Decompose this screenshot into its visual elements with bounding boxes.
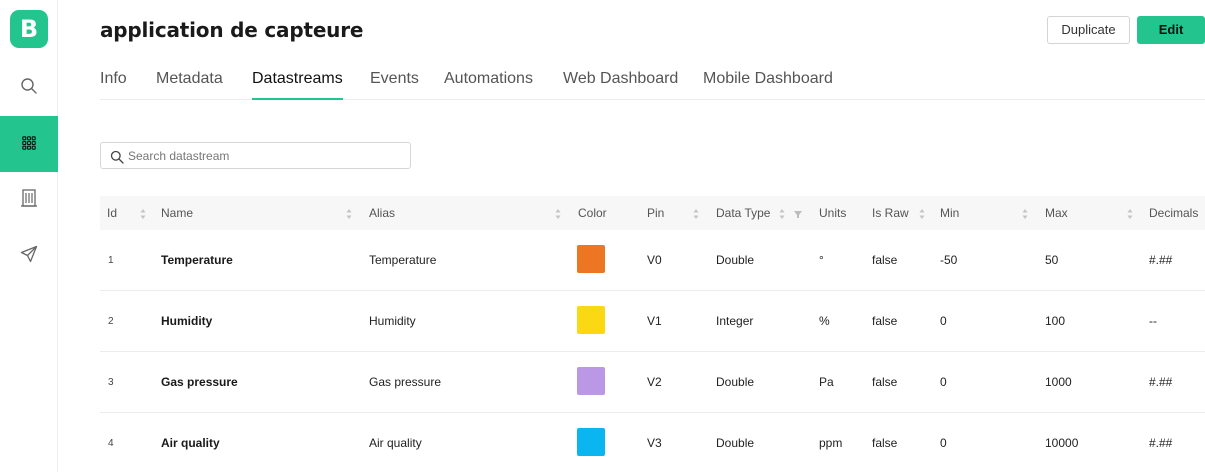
sort-icon[interactable]: [140, 206, 146, 220]
cell-name[interactable]: Gas pressure: [161, 352, 238, 413]
cell-min: -50: [940, 253, 958, 267]
cell-is-raw: false: [872, 314, 898, 328]
column-header-alias[interactable]: Alias: [369, 196, 395, 230]
cell-id: 3: [108, 377, 114, 388]
edit-button[interactable]: Edit: [1137, 16, 1205, 44]
cell-pin: V2: [647, 375, 662, 389]
column-header-min[interactable]: Min: [940, 196, 959, 230]
sort-icon[interactable]: [555, 206, 561, 220]
sidebar-item-messages[interactable]: [0, 228, 58, 284]
color-swatch: [577, 428, 605, 456]
cell-max: 50: [1045, 253, 1059, 267]
table-row[interactable]: 3 Gas pressure Gas pressure V2 Double Pa…: [100, 352, 1205, 413]
sort-icon[interactable]: [693, 206, 699, 220]
cell-name[interactable]: Air quality: [161, 413, 220, 472]
sort-icon[interactable]: [346, 206, 352, 220]
cell-name[interactable]: Temperature: [161, 230, 233, 291]
search-input[interactable]: [128, 147, 398, 165]
column-header-color: Color: [578, 206, 607, 220]
sidebar-item-templates[interactable]: [0, 116, 58, 172]
color-swatch: [577, 367, 605, 395]
column-header-decimals: Decimals: [1149, 206, 1199, 220]
cell-name[interactable]: Humidity: [161, 291, 212, 352]
column-header-id[interactable]: Id: [107, 196, 117, 230]
building-icon: [21, 189, 37, 211]
tab-info[interactable]: Info: [100, 70, 127, 100]
table-row[interactable]: 4 Air quality Air quality V3 Double ppm …: [100, 413, 1205, 472]
tab-metadata[interactable]: Metadata: [156, 70, 223, 100]
cell-decimals: #.##: [1149, 375, 1173, 389]
sort-icon[interactable]: [919, 206, 925, 220]
cell-data-type: Double: [716, 436, 755, 450]
cell-min: 0: [940, 436, 947, 450]
page-title: application de capteure: [100, 18, 364, 42]
cell-id: 4: [108, 438, 114, 449]
cell-id: 2: [108, 316, 114, 327]
cell-max: 100: [1045, 314, 1066, 328]
cell-max: 10000: [1045, 436, 1079, 450]
cell-data-type: Integer: [716, 314, 754, 328]
cell-pin: V3: [647, 436, 662, 450]
cell-units: ppm: [819, 436, 843, 450]
grid-apps-icon: [22, 135, 36, 154]
send-icon: [20, 245, 38, 267]
cell-is-raw: false: [872, 375, 898, 389]
sidebar: B: [0, 0, 58, 472]
tab-bar: Info Metadata Datastreams Events Automat…: [100, 70, 1205, 100]
tab-automations[interactable]: Automations: [444, 70, 533, 100]
cell-data-type: Double: [716, 253, 755, 267]
column-header-name[interactable]: Name: [161, 196, 193, 230]
sort-icon[interactable]: [1022, 206, 1028, 220]
cell-pin: V0: [647, 253, 662, 267]
column-header-data-type[interactable]: Data Type: [716, 196, 770, 230]
cell-min: 0: [940, 375, 947, 389]
cell-units: %: [819, 314, 830, 328]
column-header-max[interactable]: Max: [1045, 196, 1068, 230]
sort-icon[interactable]: [1127, 206, 1133, 220]
color-swatch: [577, 245, 605, 273]
tab-web-dashboard[interactable]: Web Dashboard: [563, 70, 678, 100]
cell-alias: Temperature: [369, 253, 437, 267]
cell-is-raw: false: [872, 253, 898, 267]
tab-mobile-dashboard[interactable]: Mobile Dashboard: [703, 70, 833, 100]
cell-units: °: [819, 253, 824, 267]
sort-icon[interactable]: [779, 206, 785, 220]
cell-data-type: Double: [716, 375, 755, 389]
column-header-pin[interactable]: Pin: [647, 196, 664, 230]
cell-units: Pa: [819, 375, 834, 389]
duplicate-button[interactable]: Duplicate: [1047, 16, 1130, 44]
cell-id: 1: [108, 255, 114, 266]
cell-alias: Air quality: [369, 436, 422, 450]
cell-min: 0: [940, 314, 947, 328]
cell-decimals: #.##: [1149, 436, 1173, 450]
tab-datastreams[interactable]: Datastreams: [252, 70, 343, 100]
color-swatch: [577, 306, 605, 334]
cell-is-raw: false: [872, 436, 898, 450]
table-row[interactable]: 2 Humidity Humidity V1 Integer % false 0…: [100, 291, 1205, 352]
search-icon: [20, 77, 38, 99]
cell-max: 1000: [1045, 375, 1072, 389]
table-header: Id Name Alias Color Pin Data Type Units …: [100, 196, 1205, 230]
sidebar-item-search[interactable]: [0, 60, 58, 116]
column-header-units: Units: [819, 206, 847, 220]
filter-icon[interactable]: [793, 206, 803, 220]
search-box: [100, 142, 411, 169]
table-row[interactable]: 1 Temperature Temperature V0 Double ° fa…: [100, 230, 1205, 291]
cell-decimals: --: [1149, 314, 1157, 328]
cell-pin: V1: [647, 314, 662, 328]
search-icon: [110, 149, 124, 164]
cell-alias: Humidity: [369, 314, 416, 328]
app-logo[interactable]: B: [10, 10, 48, 48]
column-header-is-raw[interactable]: Is Raw: [872, 196, 909, 230]
tab-events[interactable]: Events: [370, 70, 419, 100]
sidebar-item-organizations[interactable]: [0, 172, 58, 228]
cell-alias: Gas pressure: [369, 375, 442, 389]
cell-decimals: #.##: [1149, 253, 1173, 267]
